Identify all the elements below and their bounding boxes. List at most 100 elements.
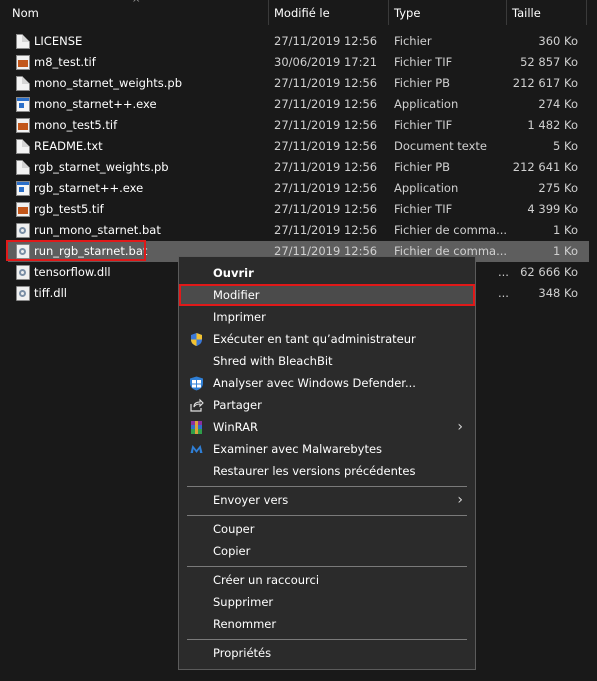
- file-row[interactable]: rgb_test5.tif 27/11/2019 12:56 Fichier T…: [8, 199, 589, 220]
- file-row[interactable]: LICENSE 27/11/2019 12:56 Fichier 360 Ko: [8, 31, 589, 52]
- uac-shield-icon: [189, 332, 204, 347]
- file-type: Fichier de comma...: [394, 223, 506, 237]
- image-file-icon: [16, 118, 30, 133]
- menu-item-cut[interactable]: Couper: [179, 518, 475, 540]
- menu-item-label: Renommer: [213, 617, 277, 631]
- menu-item-run-as-admin[interactable]: Exécuter en tant qu’administrateur: [179, 328, 475, 350]
- menu-item-print[interactable]: Imprimer: [179, 306, 475, 328]
- sort-ascending-icon: ^: [132, 0, 141, 9]
- batch-file-icon: [16, 223, 30, 238]
- windows-defender-icon: [189, 376, 204, 391]
- menu-item-label: Shred with BleachBit: [213, 354, 333, 368]
- file-name: mono_starnet++.exe: [34, 97, 157, 111]
- file-row[interactable]: m8_test.tif 30/06/2019 17:21 Fichier TIF…: [8, 52, 589, 73]
- menu-item-label: Ouvrir: [213, 266, 254, 280]
- edit-highlight-box: [179, 284, 475, 306]
- column-header-modified-label: Modifié le: [274, 6, 330, 20]
- file-size: 52 857 Ko: [520, 55, 578, 69]
- menu-item-share[interactable]: Partager: [179, 394, 475, 416]
- file-row[interactable]: rgb_starnet_weights.pb 27/11/2019 12:56 …: [8, 157, 589, 178]
- file-date: 27/11/2019 12:56: [274, 76, 378, 90]
- file-date: 27/11/2019 12:56: [274, 223, 378, 237]
- menu-item-delete[interactable]: Supprimer: [179, 591, 475, 613]
- column-header-type-label: Type: [394, 6, 421, 20]
- file-type: Fichier TIF: [394, 202, 453, 216]
- file-size: 4 399 Ko: [527, 202, 578, 216]
- file-size: 274 Ko: [538, 97, 578, 111]
- document-icon: [16, 160, 30, 175]
- menu-item-label: Supprimer: [213, 595, 274, 609]
- file-date: 27/11/2019 12:56: [274, 181, 378, 195]
- share-icon: [189, 398, 204, 413]
- file-size: 360 Ko: [538, 34, 578, 48]
- submenu-arrow-icon: ›: [457, 492, 463, 508]
- menu-item-label: Envoyer vers: [213, 493, 289, 507]
- file-row[interactable]: rgb_starnet++.exe 27/11/2019 12:56 Appli…: [8, 178, 589, 199]
- menu-item-restore-versions[interactable]: Restaurer les versions précédentes: [179, 460, 475, 482]
- menu-item-winrar[interactable]: WinRAR ›: [179, 416, 475, 438]
- file-date: 27/11/2019 12:56: [274, 160, 378, 174]
- column-header-type[interactable]: Type: [388, 0, 506, 25]
- file-name: m8_test.tif: [34, 55, 96, 69]
- column-divider[interactable]: [586, 0, 587, 25]
- menu-item-label: WinRAR: [213, 420, 258, 434]
- file-date: 27/11/2019 12:56: [274, 202, 378, 216]
- file-size: 275 Ko: [538, 181, 578, 195]
- menu-item-properties[interactable]: Propriétés: [179, 642, 475, 664]
- dll-file-icon: [16, 286, 30, 301]
- file-type: Application: [394, 97, 459, 111]
- context-menu: Ouvrir Modifier Imprimer Exécuter en tan…: [178, 256, 476, 670]
- file-row[interactable]: README.txt 27/11/2019 12:56 Document tex…: [8, 136, 589, 157]
- menu-item-malwarebytes[interactable]: Examiner avec Malwarebytes: [179, 438, 475, 460]
- file-name: mono_test5.tif: [34, 118, 118, 132]
- file-name: LICENSE: [34, 34, 83, 48]
- file-name: rgb_starnet++.exe: [34, 181, 144, 195]
- column-header-name-label: Nom: [12, 6, 39, 20]
- column-header-size[interactable]: Taille: [506, 0, 586, 25]
- file-size: 62 666 Ko: [520, 265, 578, 279]
- file-type: Fichier TIF: [394, 55, 453, 69]
- menu-item-label: Exécuter en tant qu’administrateur: [213, 332, 416, 346]
- image-file-icon: [16, 55, 30, 70]
- menu-item-edit[interactable]: Modifier: [179, 284, 475, 306]
- menu-item-copy[interactable]: Copier: [179, 540, 475, 562]
- file-name: README.txt: [34, 139, 103, 153]
- menu-item-label: Créer un raccourci: [213, 573, 320, 587]
- file-row[interactable]: run_mono_starnet.bat 27/11/2019 12:56 Fi…: [8, 220, 589, 241]
- menu-item-shred[interactable]: Shred with BleachBit: [179, 350, 475, 372]
- file-type: Document texte: [394, 139, 488, 153]
- file-type: Fichier TIF: [394, 118, 453, 132]
- menu-item-label: Analyser avec Windows Defender...: [213, 376, 416, 390]
- menu-item-label: Restaurer les versions précédentes: [213, 464, 416, 478]
- malwarebytes-icon: [189, 442, 204, 457]
- document-icon: [16, 139, 30, 154]
- executable-icon: [16, 97, 30, 112]
- file-row[interactable]: mono_starnet_weights.pb 27/11/2019 12:56…: [8, 73, 589, 94]
- column-header-modified[interactable]: Modifié le: [268, 0, 388, 25]
- file-date: 27/11/2019 12:56: [274, 139, 378, 153]
- selection-highlight-box: [6, 240, 146, 261]
- file-name: run_mono_starnet.bat: [34, 223, 161, 237]
- menu-item-label: Copier: [213, 544, 251, 558]
- file-size: 1 Ko: [553, 223, 578, 237]
- document-icon: [16, 76, 30, 91]
- document-icon: [16, 34, 30, 49]
- file-date: 30/06/2019 17:21: [274, 55, 378, 69]
- menu-separator: [187, 486, 467, 487]
- menu-item-create-shortcut[interactable]: Créer un raccourci: [179, 569, 475, 591]
- menu-item-defender-scan[interactable]: Analyser avec Windows Defender...: [179, 372, 475, 394]
- menu-item-open[interactable]: Ouvrir: [179, 262, 475, 284]
- file-size: 212 617 Ko: [512, 76, 578, 90]
- file-name: rgb_test5.tif: [34, 202, 104, 216]
- file-row[interactable]: mono_starnet++.exe 27/11/2019 12:56 Appl…: [8, 94, 589, 115]
- executable-icon: [16, 181, 30, 196]
- file-name: rgb_starnet_weights.pb: [34, 160, 169, 174]
- menu-item-rename[interactable]: Renommer: [179, 613, 475, 635]
- menu-item-send-to[interactable]: Envoyer vers ›: [179, 489, 475, 511]
- file-type: Fichier: [394, 34, 432, 48]
- dll-file-icon: [16, 265, 30, 280]
- file-row[interactable]: mono_test5.tif 27/11/2019 12:56 Fichier …: [8, 115, 589, 136]
- menu-item-label: Imprimer: [213, 310, 266, 324]
- file-size: 1 482 Ko: [527, 118, 578, 132]
- menu-separator: [187, 515, 467, 516]
